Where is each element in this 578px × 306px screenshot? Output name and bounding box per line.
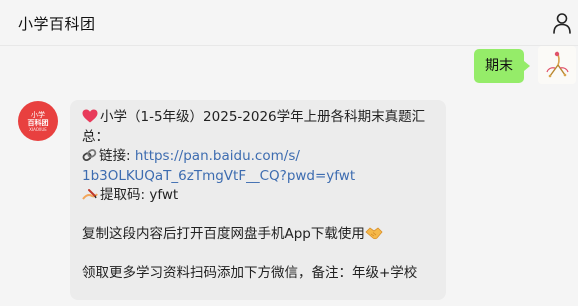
user-avatar-image bbox=[538, 46, 576, 84]
link-line: 链接: https://pan.baidu.com/s/ bbox=[82, 147, 434, 167]
baidu-pan-link-continued[interactable]: 1b3OLKUQaT_6zTmgVtF__CQ?pwd=yfwt bbox=[82, 168, 355, 184]
chat-title: 小学百科团 bbox=[18, 15, 96, 33]
link-icon bbox=[82, 149, 97, 162]
message-title-text: 小学（1-5年级）2025-2026学年上册各科期末真题汇 bbox=[100, 109, 426, 125]
copy-instruction-line: 复制这段内容后打开百度网盘手机App下载使用 bbox=[82, 225, 434, 245]
code-value[interactable]: yfwt bbox=[149, 187, 178, 203]
baidu-pan-link[interactable]: https://pan.baidu.com/s/ bbox=[135, 148, 300, 164]
outgoing-message-bubble[interactable]: 期末 bbox=[474, 49, 530, 83]
incoming-message-bubble[interactable]: 小学（1-5年级）2025-2026学年上册各科期末真题汇 总： 链接: htt… bbox=[70, 100, 446, 300]
user-avatar[interactable] bbox=[538, 46, 576, 84]
chat-header: 小学百科团 bbox=[0, 0, 578, 46]
chat-window: 小学百科团 期末 小学 百科团 XIAOXUE 小学（1-5年级）2025-20… bbox=[0, 0, 578, 306]
avatar-text-line3: XIAOXUE bbox=[29, 126, 47, 132]
avatar-text-line2: 百科团 bbox=[27, 118, 49, 127]
copy-instruction-text: 复制这段内容后打开百度网盘手机App下载使用 bbox=[82, 226, 365, 242]
person-icon[interactable] bbox=[552, 12, 572, 34]
follow-instruction-line: 领取更多学习资料扫码添加下方微信，备注：年级+学校 bbox=[82, 265, 418, 281]
avatar-text-line1: 小学 bbox=[31, 110, 45, 119]
link-label: 链接: bbox=[99, 148, 135, 164]
heart-icon bbox=[82, 109, 98, 123]
code-line: 提取码: yfwt bbox=[82, 186, 434, 206]
link-line2: 1b3OLKUQaT_6zTmgVtF__CQ?pwd=yfwt bbox=[82, 167, 434, 187]
message-list[interactable]: 期末 小学 百科团 XIAOXUE 小学（1-5年级）2025-2026学年上册… bbox=[0, 46, 578, 306]
outgoing-message-text: 期末 bbox=[485, 58, 513, 74]
message-title-line2: 总： bbox=[82, 128, 109, 145]
message-title-line: 小学（1-5年级）2025-2026学年上册各科期末真题汇 bbox=[82, 108, 434, 128]
code-label: 提取码: bbox=[100, 187, 150, 203]
handshake-icon bbox=[365, 227, 383, 240]
writing-hand-icon bbox=[82, 189, 98, 200]
bot-avatar[interactable]: 小学 百科团 XIAOXUE bbox=[18, 101, 58, 141]
